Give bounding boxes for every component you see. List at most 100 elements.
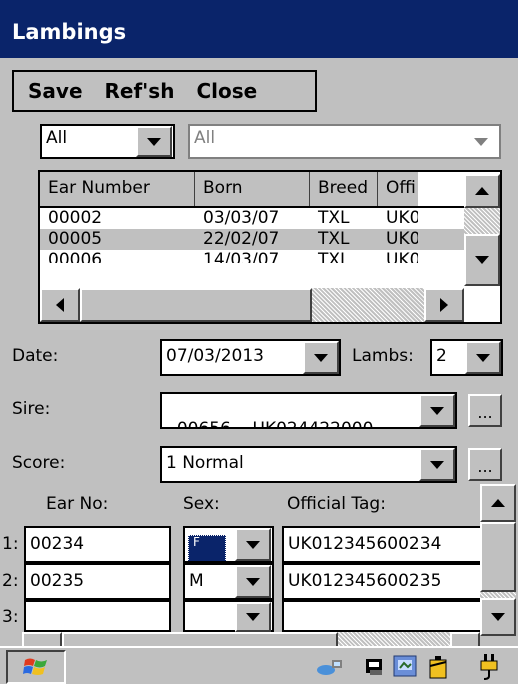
sire-value: 00656 UK024422000 (176, 419, 374, 429)
windows-logo-icon (23, 658, 47, 675)
cell-breed: TXL (318, 250, 350, 263)
sync-icon[interactable] (364, 656, 386, 683)
filter-1-dropdown-button[interactable] (136, 126, 172, 157)
lamb-ear-number-input[interactable]: 00235 (24, 563, 171, 600)
lamb-ear-number-value: 00235 (30, 571, 85, 591)
filter-2-select[interactable]: All (188, 124, 501, 159)
cell-breed: TXL (318, 208, 350, 228)
date-value: 07/03/2013 (166, 346, 264, 366)
lamb-row-number: 1: (2, 534, 19, 554)
lamb-ear-number-value: 00234 (30, 534, 85, 554)
chevron-down-icon (246, 613, 260, 621)
chevron-down-icon (430, 406, 444, 415)
grid-scroll-down-button[interactable] (464, 234, 500, 286)
chevron-up-icon (491, 499, 505, 507)
window-title: Lambings (0, 0, 518, 58)
official-tag-header: Official Tag: (287, 494, 386, 514)
cell-ear-number: 00005 (48, 229, 103, 249)
grid-vertical-scroll-track[interactable] (464, 208, 500, 234)
lambs-scroll-thumb[interactable] (480, 522, 516, 592)
chevron-down-icon (491, 613, 505, 621)
lambs-scroll-left-button[interactable] (22, 632, 62, 646)
sex-header: Sex: (183, 494, 220, 514)
score-dropdown-button[interactable] (419, 448, 455, 481)
grid-horizontal-scroll-track[interactable] (312, 288, 424, 322)
chevron-up-icon (475, 187, 489, 195)
lambs-scroll-up-button[interactable] (480, 484, 516, 522)
cell-official: UK0 (386, 250, 418, 263)
column-header-born[interactable]: Born (195, 172, 310, 206)
lamb-official-tag-input[interactable] (282, 600, 488, 632)
chevron-down-icon (246, 540, 260, 549)
filter-2-value: All (194, 128, 216, 148)
grid-scroll-thumb[interactable] (80, 288, 312, 322)
date-dropdown-button[interactable] (303, 341, 339, 374)
chevron-down-icon (475, 256, 489, 264)
start-button[interactable] (6, 650, 66, 684)
cell-born: 22/02/07 (203, 229, 280, 249)
lamb-sex-dropdown-button[interactable] (235, 565, 271, 598)
column-header-breed[interactable]: Breed (310, 172, 378, 206)
score-browse-button[interactable]: ... (468, 448, 502, 481)
close-button[interactable]: Close (196, 79, 257, 103)
date-label: Date: (12, 346, 59, 366)
filter-2-dropdown-button[interactable] (463, 126, 499, 157)
cell-breed: TXL (318, 229, 350, 249)
column-header-ear-number[interactable]: Ear Number (40, 172, 195, 206)
sire-dropdown-button[interactable] (419, 394, 455, 427)
score-label: Score: (12, 453, 66, 473)
lambs-horizontal-scroll-track[interactable] (338, 632, 450, 646)
lamb-official-tag-value: UK012345600234 (288, 534, 442, 554)
connectivity-icon[interactable] (392, 654, 418, 685)
save-button[interactable]: Save (28, 79, 83, 103)
lamb-ear-number-input[interactable] (24, 600, 171, 632)
chevron-left-icon (56, 298, 64, 312)
cell-ear-number: 00006 (48, 250, 103, 263)
sire-browse-button[interactable]: ... (468, 394, 502, 427)
grid-scroll-up-button[interactable] (464, 174, 500, 208)
cell-born: 03/03/07 (203, 208, 280, 228)
battery-icon[interactable] (426, 654, 450, 685)
table-row[interactable]: 00006 14/03/07 TXL UK0 (40, 250, 500, 263)
chevron-down-icon (147, 137, 161, 146)
lambs-scroll-down-button[interactable] (480, 598, 516, 636)
table-row[interactable]: 00002 03/03/07 TXL UK0 (40, 208, 500, 229)
grid-scroll-right-button[interactable] (424, 288, 464, 322)
power-plug-icon[interactable] (476, 652, 502, 685)
lambs-label: Lambs: (352, 346, 414, 366)
lambs-horizontal-scroll-thumb[interactable] (62, 632, 338, 646)
lambs-horizontal-scrollbar[interactable] (22, 632, 480, 646)
lamb-row-number: 3: (2, 607, 19, 627)
cell-official: UK0 (386, 208, 418, 228)
lamb-sex-value: M (189, 571, 204, 591)
chevron-down-icon (474, 137, 488, 146)
sire-select[interactable]: 00656 UK024422000 (160, 392, 457, 429)
sire-label: Sire: (12, 399, 51, 419)
score-select[interactable]: 1 Normal (160, 446, 457, 483)
refresh-button[interactable]: Ref'sh (105, 79, 175, 103)
lamb-sex-dropdown-button[interactable] (235, 602, 271, 632)
lamb-official-tag-input[interactable]: UK012345600235 (282, 563, 488, 600)
network-icon[interactable] (316, 656, 344, 683)
lambs-count-dropdown-button[interactable] (465, 341, 501, 374)
chevron-down-icon (430, 460, 444, 469)
lamb-official-tag-value: UK012345600235 (288, 571, 442, 591)
score-value: 1 Normal (166, 453, 244, 473)
lamb-sex-dropdown-button[interactable] (235, 528, 271, 561)
menu-bar: Save Ref'sh Close (12, 70, 317, 112)
cell-ear-number: 00002 (48, 208, 103, 228)
lambs-scroll-right-button[interactable] (450, 632, 480, 646)
cell-official: UK0 (386, 229, 418, 249)
grid-scroll-left-button[interactable] (40, 288, 80, 322)
table-row[interactable]: 00005 22/02/07 TXL UK0 (40, 229, 500, 250)
lamb-ear-number-input[interactable]: 00234 (24, 526, 171, 563)
lamb-sex-value: F (188, 535, 226, 561)
taskbar (0, 646, 518, 684)
filter-1-value: All (46, 128, 68, 148)
column-header-official[interactable]: Offi (378, 172, 418, 206)
chevron-down-icon (314, 353, 328, 362)
ear-no-header: Ear No: (46, 494, 109, 514)
lamb-row-number: 2: (2, 571, 19, 591)
lamb-official-tag-input[interactable]: UK012345600234 (282, 526, 488, 563)
right-edge (518, 0, 531, 684)
